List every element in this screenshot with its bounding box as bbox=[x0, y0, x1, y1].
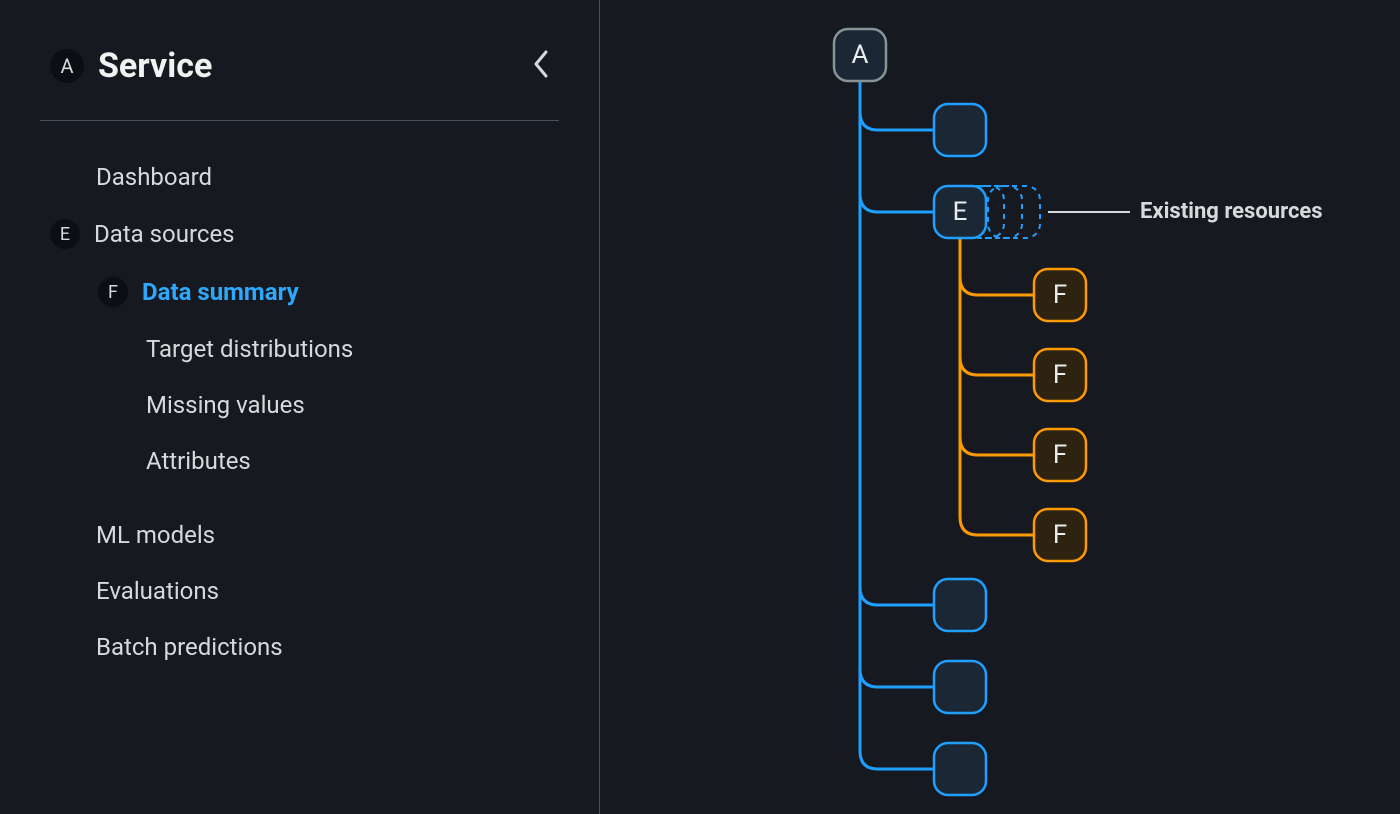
tree-connector bbox=[860, 79, 934, 212]
tree-node-blue-1[interactable]: E bbox=[934, 186, 986, 238]
nav-item-label: Target distributions bbox=[146, 335, 353, 363]
tree-root-node[interactable]: A bbox=[834, 29, 886, 81]
node-label: E bbox=[953, 197, 968, 227]
tree-connector bbox=[960, 236, 1034, 535]
nav-item-label: Data summary bbox=[142, 278, 299, 306]
existing-resource-ghost bbox=[988, 186, 1040, 238]
nav-item-evaluations[interactable]: Evaluations bbox=[50, 563, 559, 619]
tree-connector bbox=[860, 79, 934, 130]
nav-item-ml-models[interactable]: ML models bbox=[50, 507, 559, 563]
tree-node-orange-1[interactable]: F bbox=[1034, 349, 1086, 401]
nav-badge: F bbox=[98, 277, 128, 307]
chevron-left-icon bbox=[531, 46, 553, 82]
service-badge: A bbox=[50, 49, 84, 83]
nav-item-label: Evaluations bbox=[96, 577, 219, 605]
nav-badge: E bbox=[50, 219, 80, 249]
nav-item-label: Dashboard bbox=[96, 163, 212, 191]
node-label: F bbox=[1053, 280, 1067, 310]
sidebar-nav: Dashboard E Data sources F Data summary Targe… bbox=[0, 121, 599, 675]
nav-item-target-distributions[interactable]: Target distributions bbox=[50, 321, 559, 377]
nav-item-label: Data sources bbox=[94, 220, 235, 248]
tree-connector bbox=[860, 79, 934, 605]
sidebar: A Service Dashboard E Data sources F Data su… bbox=[0, 0, 600, 814]
nav-item-data-summary[interactable]: F Data summary bbox=[50, 263, 559, 321]
nav-item-label: Batch predictions bbox=[96, 633, 283, 661]
sidebar-header: A Service bbox=[0, 0, 599, 120]
tree-node-blue-4[interactable] bbox=[934, 743, 986, 795]
nav-item-label: Missing values bbox=[146, 391, 305, 419]
tree-node-orange-2[interactable]: F bbox=[1034, 429, 1086, 481]
nav-item-batch-predictions[interactable]: Batch predictions bbox=[50, 619, 559, 675]
tree-connector bbox=[960, 236, 1034, 455]
node-label: F bbox=[1053, 440, 1067, 470]
node-label: A bbox=[852, 40, 869, 70]
tree-node-blue-2[interactable] bbox=[934, 579, 986, 631]
nav-item-label: ML models bbox=[96, 521, 215, 549]
nav-item-missing-values[interactable]: Missing values bbox=[50, 377, 559, 433]
tree-connector bbox=[860, 79, 934, 769]
annotation-label: Existing resources bbox=[1140, 199, 1323, 224]
nav-item-dashboard[interactable]: Dashboard bbox=[50, 149, 559, 205]
node-label: F bbox=[1053, 520, 1067, 550]
resource-tree-diagram: Existing resources A E F F F F bbox=[600, 0, 1400, 814]
tree-connector bbox=[860, 79, 934, 687]
nav-item-label: Attributes bbox=[146, 447, 251, 475]
nav-item-attributes[interactable]: Attributes bbox=[50, 433, 559, 489]
tree-node-orange-3[interactable]: F bbox=[1034, 509, 1086, 561]
node-label: F bbox=[1053, 360, 1067, 390]
tree-node-blue-3[interactable] bbox=[934, 661, 986, 713]
sidebar-collapse-button[interactable] bbox=[525, 40, 559, 92]
tree-node-blue-0[interactable] bbox=[934, 104, 986, 156]
tree-connector bbox=[960, 236, 1034, 375]
sidebar-title: Service bbox=[98, 46, 212, 86]
nav-item-data-sources[interactable]: E Data sources bbox=[50, 205, 559, 263]
tree-connector bbox=[960, 236, 1034, 295]
tree-node-orange-0[interactable]: F bbox=[1034, 269, 1086, 321]
